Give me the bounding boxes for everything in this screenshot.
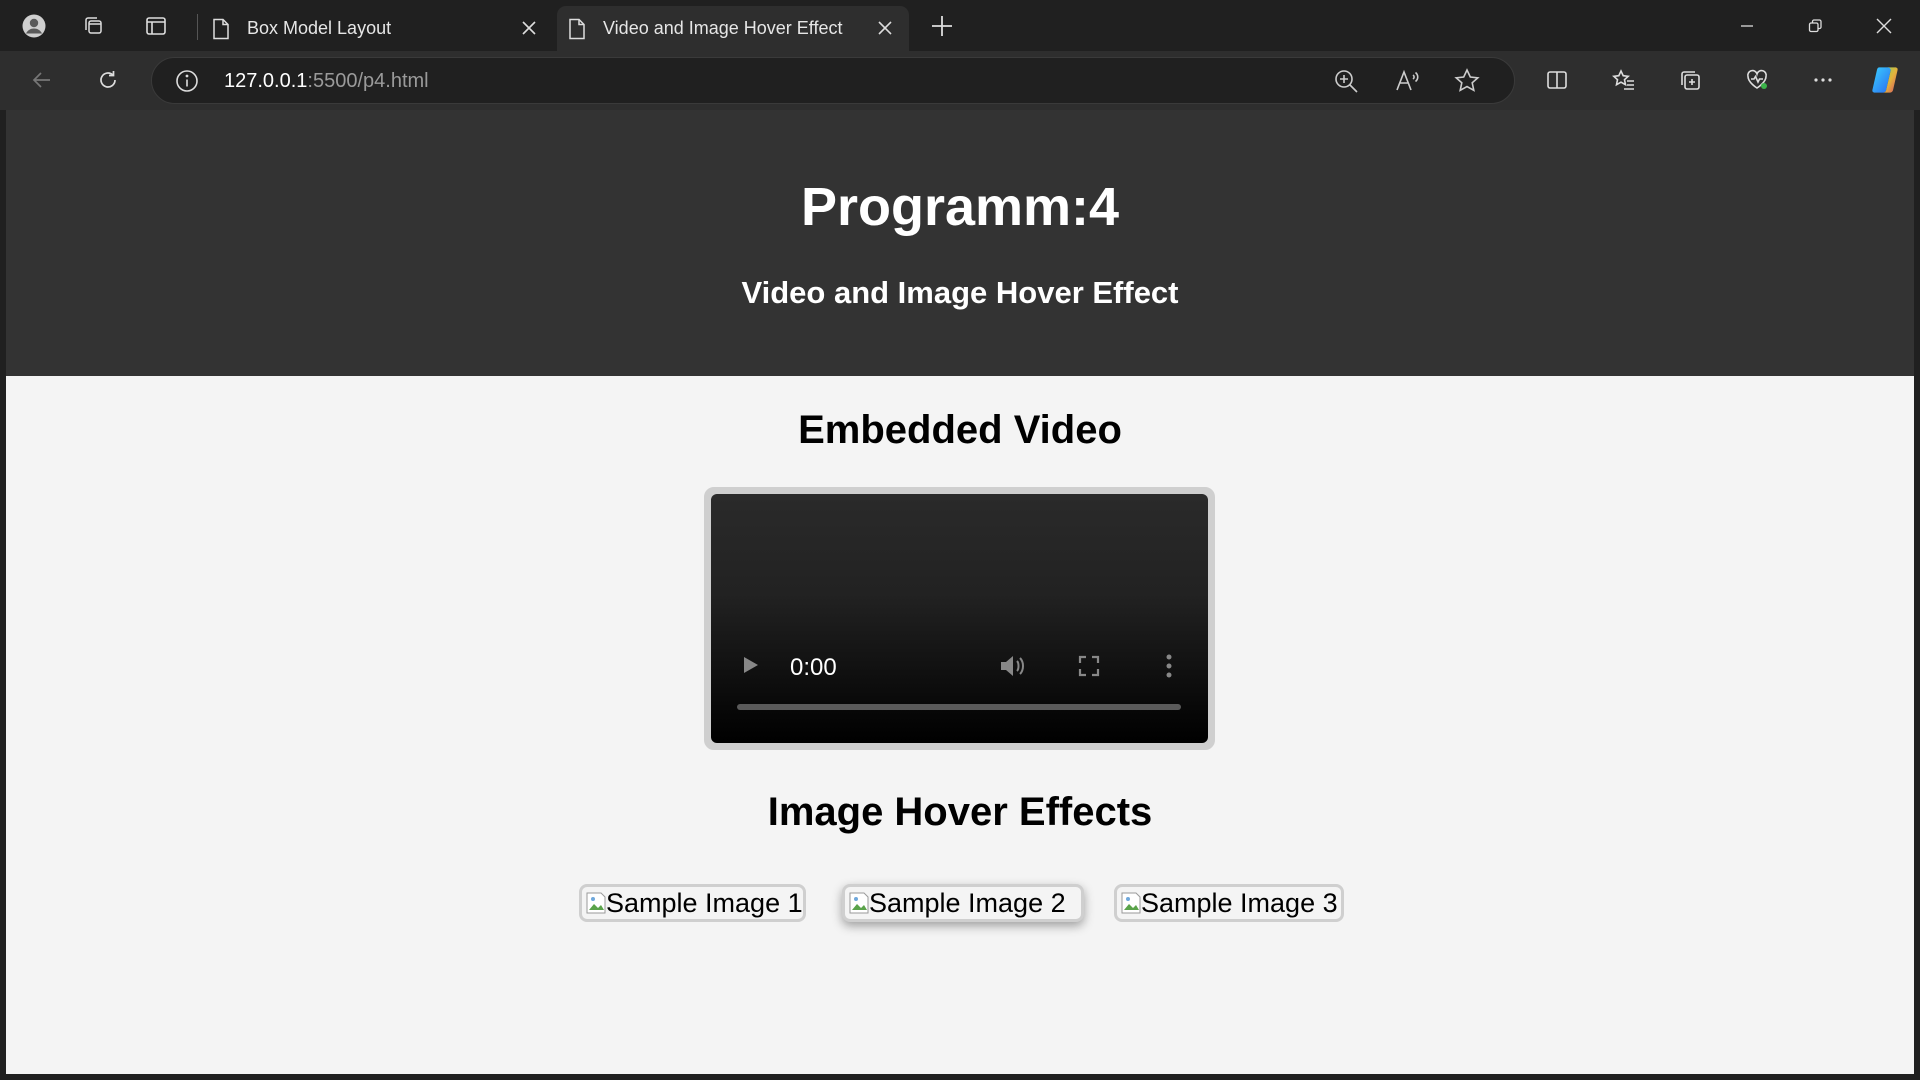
document-icon: [213, 18, 229, 39]
gallery-image-2[interactable]: Sample Image 2: [842, 884, 1084, 922]
broken-image-icon: [586, 892, 606, 914]
image-alt-text: Sample Image 2: [869, 887, 1066, 918]
more-icon[interactable]: [1802, 59, 1844, 101]
image-alt-text: Sample Image 3: [1141, 887, 1338, 918]
url-text[interactable]: 127.0.0.1:5500/p4.html: [224, 70, 429, 93]
split-screen-icon[interactable]: [1536, 59, 1578, 101]
broken-image-icon: [849, 892, 869, 914]
read-aloud-icon[interactable]: [1393, 67, 1421, 95]
favorite-star-icon[interactable]: [1453, 67, 1481, 95]
gallery-image-3[interactable]: Sample Image 3: [1114, 884, 1344, 922]
info-icon[interactable]: [174, 68, 200, 94]
broken-image-icon: [1121, 892, 1141, 914]
browser-titlebar: Box Model Layout Video and Image Hover E…: [0, 0, 1920, 51]
refresh-icon[interactable]: [87, 59, 129, 101]
address-bar[interactable]: 127.0.0.1:5500/p4.html: [151, 57, 1515, 104]
copilot-icon[interactable]: [1864, 59, 1906, 101]
minimize-icon[interactable]: [1713, 0, 1781, 51]
tab-title: Box Model Layout: [247, 18, 392, 38]
new-tab-icon[interactable]: [928, 12, 956, 40]
tab-video-and-image-hover-effect[interactable]: Video and Image Hover Effect: [557, 6, 909, 51]
workspaces-icon[interactable]: [67, 0, 118, 51]
close-icon[interactable]: [519, 18, 539, 38]
document-icon: [569, 18, 585, 39]
gallery-image-1[interactable]: Sample Image 1: [579, 884, 806, 922]
video-options-icon[interactable]: [1164, 651, 1174, 681]
zoom-icon[interactable]: [1332, 67, 1360, 95]
tab-actions-icon[interactable]: [130, 0, 181, 51]
page-header: Programm:4 Video and Image Hover Effect: [6, 110, 1914, 376]
video-time: 0:00: [790, 654, 837, 681]
page-title: Programm:4: [800, 177, 1120, 237]
profile-icon[interactable]: [8, 0, 59, 51]
browser-essentials-icon[interactable]: [1736, 59, 1778, 101]
collections-icon[interactable]: [1669, 59, 1711, 101]
close-window-icon[interactable]: [1850, 0, 1918, 51]
video-container: 0:00: [704, 487, 1215, 750]
page-subtitle: Video and Image Hover Effect: [741, 275, 1179, 310]
url-path: :5500/p4.html: [307, 70, 429, 92]
back-icon[interactable]: [21, 59, 63, 101]
favorites-icon[interactable]: [1603, 59, 1645, 101]
images-section-title: Image Hover Effects: [767, 790, 1153, 834]
restore-icon[interactable]: [1781, 0, 1849, 51]
tab-title: Video and Image Hover Effect: [603, 18, 843, 38]
video-section-title: Embedded Video: [798, 408, 1122, 452]
volume-icon[interactable]: [997, 651, 1027, 681]
url-host: 127.0.0.1: [224, 70, 308, 92]
play-icon[interactable]: [741, 654, 761, 676]
browser-toolbar: 127.0.0.1:5500/p4.html: [0, 51, 1920, 110]
fullscreen-icon[interactable]: [1077, 654, 1101, 678]
tab-box-model-layout[interactable]: Box Model Layout: [201, 6, 553, 51]
video-progress-bar[interactable]: [737, 704, 1181, 710]
image-alt-text: Sample Image 1: [606, 887, 803, 918]
video-player[interactable]: 0:00: [711, 494, 1208, 743]
tab-separator: [197, 14, 198, 40]
page-scrollbar[interactable]: [1914, 110, 1920, 1074]
web-page: Programm:4 Video and Image Hover Effect …: [6, 110, 1914, 1074]
close-icon[interactable]: [875, 18, 895, 38]
